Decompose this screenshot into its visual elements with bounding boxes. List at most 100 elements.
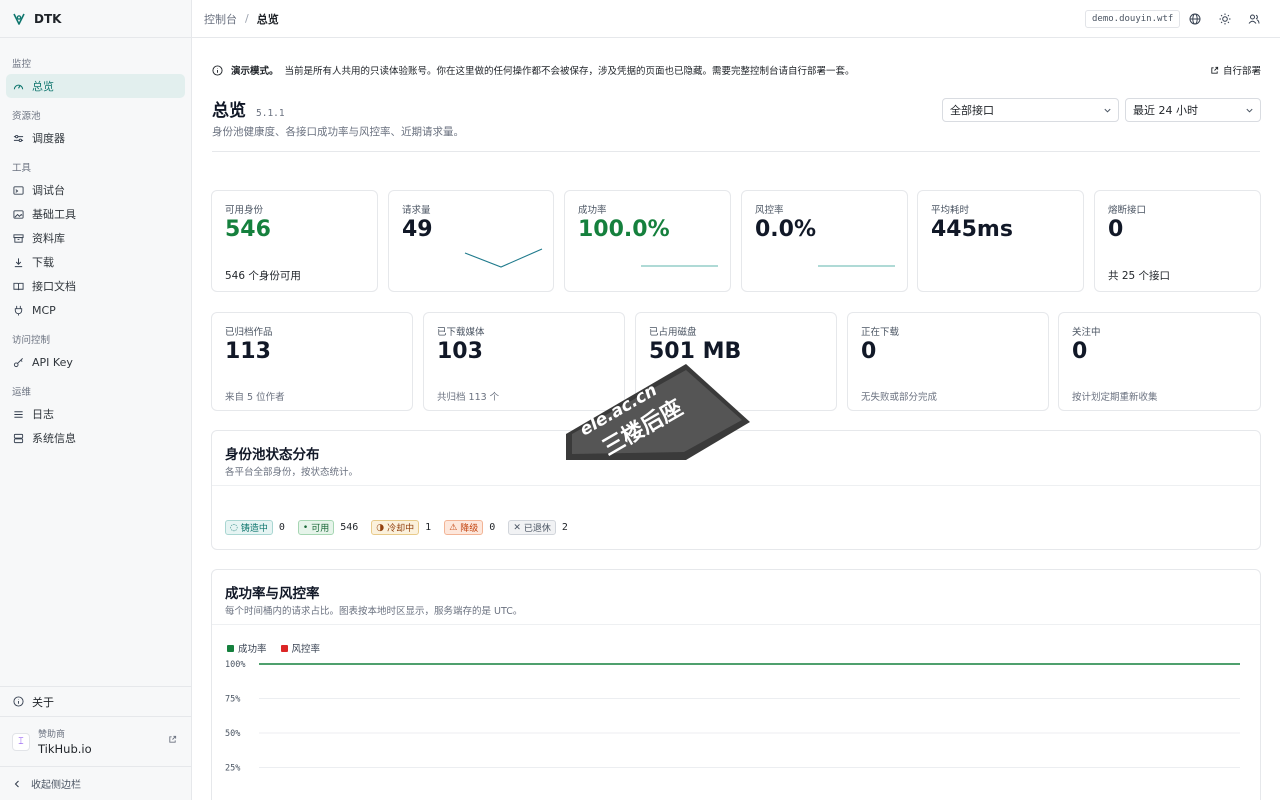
topbar: 控制台 / 总览 demo.douyin.wtf (192, 0, 1280, 38)
time-range-select[interactable]: 最近 24 小时 (1125, 98, 1261, 122)
sidebar-footer: 关于 ⌶ 赞助商 TikHub.io 收起侧边栏 (0, 686, 191, 800)
breadcrumb-console[interactable]: 控制台 (204, 11, 237, 27)
plug-icon (13, 305, 24, 316)
section-subtitle: 各平台全部身份，按状态统计。 (225, 467, 359, 478)
status-count: 0 (489, 522, 496, 533)
endpoint-filter-select[interactable]: 全部接口 (942, 98, 1119, 122)
sidebar-item-library[interactable]: 资料库 (6, 226, 185, 250)
theme-sun-icon[interactable] (1218, 12, 1231, 25)
stat-card-following: 关注中 0 按计划定期重新收集 (1058, 312, 1261, 411)
badge-label: 冷却中 (387, 524, 415, 534)
self-deploy-link[interactable]: 自行部署 (1210, 63, 1261, 77)
y-tick-label: 25% (225, 764, 240, 774)
sidebar-item-label: 日志 (32, 408, 54, 421)
stat-card-avg-latency: 平均耗时 445ms (917, 190, 1084, 292)
stat-label: 可用身份 (225, 205, 264, 216)
warning-icon: ⚠ (449, 522, 458, 533)
sponsor-card[interactable]: ⌶ 赞助商 TikHub.io (0, 716, 191, 766)
section-subtitle: 每个时间桶内的请求占比。图表按本地时区显示，服务端存的是 UTC。 (225, 606, 523, 617)
success-rate-sparkline (641, 265, 718, 267)
notice-text: 当前是所有人共用的只读体验账号。你在这里做的任何操作都不会被保存，涉及凭据的页面… (284, 66, 855, 77)
sliders-icon (13, 133, 24, 144)
about-link[interactable]: 关于 (0, 686, 191, 716)
sidebar-item-overview[interactable]: 总览 (6, 74, 185, 98)
status-badge-cooling: ◑ 冷却中 (371, 520, 420, 535)
key-icon (13, 357, 24, 368)
brand[interactable]: DTK (0, 0, 191, 38)
users-icon[interactable] (1247, 12, 1260, 25)
sidebar-item-label: 下载 (32, 256, 54, 269)
spinner-icon: ◌ (230, 522, 238, 533)
image-icon (13, 209, 24, 220)
legend-success[interactable]: 成功率 (227, 641, 267, 655)
section-title: 身份池状态分布 (225, 447, 320, 463)
sidebar-item-mcp[interactable]: MCP (6, 298, 185, 322)
about-label: 关于 (32, 695, 54, 709)
sidebar-item-logs[interactable]: 日志 (6, 402, 185, 426)
archive-icon (13, 233, 24, 244)
status-count: 2 (561, 522, 568, 533)
stat-label: 已归档作品 (225, 327, 273, 338)
stat-label: 正在下载 (861, 327, 900, 338)
stat-card-available-identities: 可用身份 546 546 个身份可用 (211, 190, 378, 292)
stat-label: 成功率 (578, 205, 607, 216)
chevron-left-icon (14, 780, 19, 787)
stat-value: 0 (861, 339, 877, 364)
self-deploy-label: 自行部署 (1222, 66, 1261, 77)
requests-sparkline (464, 248, 543, 268)
stat-label: 熔断接口 (1108, 205, 1147, 216)
sidebar-item-label: 调度器 (32, 132, 65, 145)
stat-value: 49 (402, 217, 433, 242)
stat-foot: 共归档 113 个 (437, 392, 500, 403)
stat-value: 445ms (931, 217, 1013, 242)
legend-risk[interactable]: 风控率 (280, 641, 321, 655)
status-count: 0 (278, 522, 285, 533)
stat-value: 100.0% (578, 217, 670, 242)
status-count: 1 (425, 522, 432, 533)
identity-status-row: ◌ 铸造中 0 • 可用 546 ◑ 冷却中 1 ⚠ 降级 0 ✕ 已退休 2 (225, 520, 581, 535)
stat-value: 113 (225, 339, 271, 364)
dtk-logo-icon (13, 13, 25, 25)
stat-card-success-rate: 成功率 100.0% (564, 190, 731, 292)
collapse-sidebar-button[interactable]: 收起侧边栏 (0, 766, 191, 800)
terminal-icon (13, 185, 24, 196)
status-count: 546 (340, 522, 359, 533)
badge-label: 铸造中 (240, 524, 268, 534)
sidebar-item-label: MCP (32, 303, 56, 317)
section-divider (212, 624, 1260, 625)
rates-chart-plot: 100% 75% 50% 25% (225, 660, 1240, 774)
stat-card-requests: 请求量 49 (388, 190, 554, 292)
legend-label: 风控率 (291, 644, 321, 655)
chevron-down-icon (1104, 108, 1111, 113)
sponsor-name: TikHub.io (38, 742, 92, 756)
header-divider (212, 151, 1260, 152)
y-tick-label: 100% (225, 660, 245, 670)
sidebar-item-label: 调试台 (32, 184, 65, 197)
sidebar-item-api-key[interactable]: API Key (6, 350, 185, 374)
rates-chart-card: 成功率与风控率 每个时间桶内的请求占比。图表按本地时区显示，服务端存的是 UTC… (211, 569, 1261, 800)
y-tick-label: 50% (225, 729, 240, 739)
sidebar-item-console[interactable]: 调试台 (6, 178, 185, 202)
time-range-value: 最近 24 小时 (1133, 104, 1198, 117)
stat-value: 103 (437, 339, 483, 364)
sidebar-item-label: 系统信息 (32, 432, 76, 445)
stat-card-downloading: 正在下载 0 无失败或部分完成 (847, 312, 1049, 411)
stat-card-archived-works: 已归档作品 113 来自 5 位作者 (211, 312, 413, 411)
sidebar-item-download[interactable]: 下载 (6, 250, 185, 274)
chevron-down-icon (1246, 108, 1253, 113)
sidebar: DTK 监控 总览 资源池 调度器 工具 调试台 基础工具 资料库 下载 接口文… (0, 0, 192, 800)
sidebar-item-scheduler[interactable]: 调度器 (6, 126, 185, 150)
globe-icon[interactable] (1188, 12, 1201, 25)
stat-foot: 来自 5 位作者 (225, 392, 285, 403)
sidebar-item-label: 接口文档 (32, 280, 76, 293)
sidebar-item-system-info[interactable]: 系统信息 (6, 426, 185, 450)
legend-swatch (227, 645, 234, 652)
chart-legend: 成功率 风控率 (227, 641, 320, 655)
section-divider (212, 485, 1260, 486)
page-subtitle: 身份池健康度、各接口成功率与风控率、近期请求量。 (212, 126, 464, 138)
sidebar-item-basic-tools[interactable]: 基础工具 (6, 202, 185, 226)
stat-value: 0 (1072, 339, 1088, 364)
y-tick-label: 75% (225, 695, 240, 705)
sidebar-item-api-docs[interactable]: 接口文档 (6, 274, 185, 298)
stat-card-risk-rate: 风控率 0.0% (741, 190, 908, 292)
